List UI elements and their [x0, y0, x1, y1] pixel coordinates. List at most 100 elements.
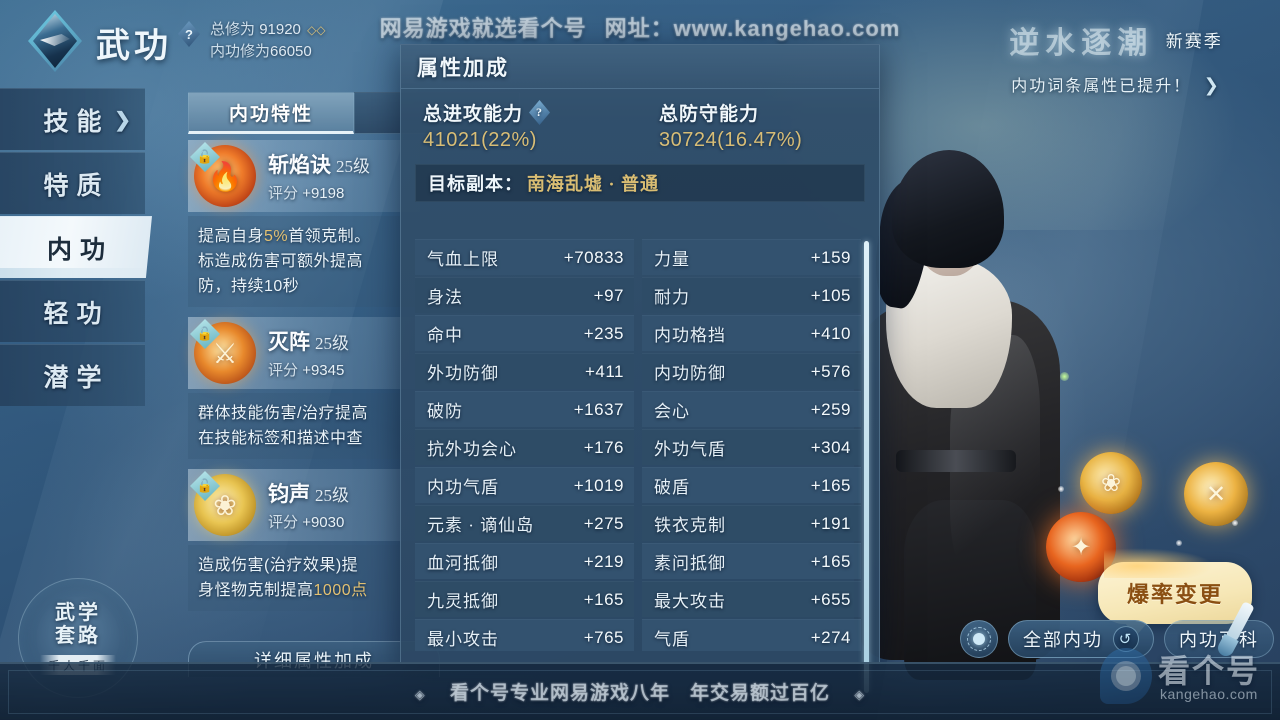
stat-value: +70833	[563, 247, 624, 267]
watermark-bottom: ◈ 看个号专业网易游戏八年 年交易额过百亿 ◈	[0, 678, 1280, 705]
stat-column-right: 力量 +159 耐力 +105 内功格挡 +410 内功防御 +576 会心 +259 外功气盾 +3…	[642, 239, 861, 651]
season-banner[interactable]: 逆水逐潮 新赛季 内功词条属性已提升！ ❯	[966, 18, 1266, 110]
treasure-orb-icon: ❀	[1080, 452, 1142, 514]
stat-value: +576	[810, 361, 851, 381]
orb-symbol: ❀	[1100, 469, 1122, 497]
list-item[interactable]: 🔓 🔥 斩焰诀 25级 评分 +9198 提高自身5%首领克制。 标造成伤害可额外…	[188, 140, 420, 307]
skill-description: 造成伤害(治疗效果)提 身怪物克制提高1000点	[188, 545, 420, 611]
game-screen: ❀ ✦ ✕ 爆率变更 武功 ? 总修为 91920 ◇◇ 内功修为66050 网…	[0, 0, 1280, 720]
sidebar-item-traits[interactable]: 特质	[0, 152, 145, 214]
inner-cultivation-row: 内功修为66050	[210, 40, 312, 61]
sidebar-item-latent-learning[interactable]: 潜学	[0, 344, 145, 406]
page-title: 武功	[96, 28, 172, 65]
stat-value: +655	[810, 589, 851, 609]
skill-list: 🔓 🔥 斩焰诀 25级 评分 +9198 提高自身5%首领克制。 标造成伤害可额外…	[188, 140, 420, 621]
stat-grid: 气血上限 +70833 身法 +97 命中 +235 外功防御 +411 破防 +1637 抗外功会…	[415, 239, 861, 651]
watermark-url: kangehao.com	[1160, 686, 1258, 702]
stat-row: 抗外功会心 +176	[415, 429, 634, 465]
stat-row: 身法 +97	[415, 277, 634, 313]
skill-desc-line: 群体技能伤害/治疗提高	[198, 405, 368, 422]
stat-column-left: 气血上限 +70833 身法 +97 命中 +235 外功防御 +411 破防 +1637 抗外功会…	[415, 239, 634, 651]
target-dungeon-value: 南海乱墟 · 普通	[527, 174, 660, 194]
total-attack-label-row: 总进攻能力 ?	[423, 99, 643, 126]
skill-header[interactable]: 🔓 ❀ 钧声 25级 评分 +9030	[188, 469, 420, 541]
stat-row: 内功气盾 +1019	[415, 467, 634, 503]
season-note[interactable]: 内功词条属性已提升！ ❯	[966, 72, 1266, 96]
skill-name-text: 灭阵	[268, 330, 310, 354]
sidebar-item-lightness[interactable]: 轻功	[0, 280, 145, 342]
help-icon[interactable]: ?	[529, 100, 551, 125]
target-dot-icon[interactable]	[960, 620, 998, 658]
skill-desc-highlight: 1000点	[313, 582, 368, 599]
help-icon[interactable]: ?	[178, 21, 200, 47]
stat-value: +275	[583, 513, 624, 533]
season-note-text: 内功词条属性已提升！	[1011, 78, 1192, 95]
target-dungeon-selector[interactable]: 目标副本： 南海乱墟 · 普通	[415, 164, 865, 202]
skill-name: 钧声 25级	[268, 478, 349, 508]
list-item[interactable]: 🔓 ⚔ 灭阵 25级 评分 +9345 群体技能伤害/治疗提高 在技能标签和描述中…	[188, 317, 420, 459]
martial-arts-badge-line1: 武学	[55, 601, 101, 624]
stat-row: 外功气盾 +304	[642, 429, 861, 465]
unlock-glyph: 🔓	[196, 149, 214, 164]
character-hair	[892, 150, 1004, 268]
bubble-decoration	[1104, 548, 1214, 578]
skill-header[interactable]: 🔓 ⚔ 灭阵 25级 评分 +9345	[188, 317, 420, 389]
skill-desc-text: 提高自身	[198, 228, 265, 245]
stat-list: 气血上限 +70833 身法 +97 命中 +235 外功防御 +411 破防 +1637 抗外功会…	[415, 239, 861, 651]
skill-desc-line: 防，持续10秒	[198, 278, 300, 295]
skill-meta: 钧声 25级 评分 +9030	[268, 478, 349, 532]
skill-desc-line: 在技能标签和描述中查	[198, 430, 364, 447]
total-defense-label: 总防守能力	[659, 104, 760, 125]
skill-score-value: +9030	[302, 514, 345, 531]
inner-cultivation-label: 内功修为	[210, 43, 271, 60]
panel-scrollbar-thumb[interactable]	[864, 241, 869, 693]
stat-value: +411	[584, 361, 624, 381]
stat-name: 气盾	[654, 630, 690, 649]
stat-row: 最大攻击 +655	[642, 581, 861, 617]
stat-value: +235	[583, 323, 624, 343]
skill-level: 25级	[336, 157, 370, 176]
tab-inner-power-traits[interactable]: 内功特性	[188, 92, 354, 134]
stat-value: +159	[810, 247, 851, 267]
chevron-right-icon: ❯	[1203, 75, 1221, 95]
stat-name: 力量	[654, 250, 690, 269]
stat-value: +105	[810, 285, 851, 305]
target-dungeon-label: 目标副本：	[428, 174, 523, 194]
sidebar-item-skills[interactable]: 技能 ❯	[0, 88, 145, 150]
stat-name: 内功格挡	[654, 326, 726, 345]
skill-desc-line: 标造成伤害可额外提高	[198, 253, 364, 270]
skill-desc-text: 首领克制。	[288, 228, 371, 245]
total-cultivation-label: 总修为	[210, 21, 256, 38]
stat-name: 破盾	[654, 478, 690, 497]
skill-score-label: 评分	[268, 185, 299, 202]
character-scarf	[886, 258, 1012, 408]
diamond-emblem-icon	[24, 10, 86, 72]
panel-scrollbar[interactable]	[864, 241, 869, 693]
sidebar-item-inner-power[interactable]: 内功	[0, 216, 152, 278]
stat-value: +219	[583, 551, 624, 571]
watermark-top: 网易游戏就选看个号 网址：www.kangehao.com	[350, 12, 930, 42]
watermark-top-text-2: 网址：www.kangehao.com	[604, 16, 901, 41]
stat-row: 破盾 +165	[642, 467, 861, 503]
unlock-glyph: 🔓	[196, 478, 214, 493]
skill-score-value: +9345	[302, 362, 345, 379]
skill-level: 25级	[315, 334, 349, 353]
skill-desc-highlight: 5%	[264, 228, 289, 245]
stat-value: +165	[583, 589, 624, 609]
stat-value: +176	[583, 437, 624, 457]
list-item[interactable]: 🔓 ❀ 钧声 25级 评分 +9030 造成伤害(治疗效果)提 身怪物克制提高10…	[188, 469, 420, 611]
skill-header[interactable]: 🔓 🔥 斩焰诀 25级 评分 +9198	[188, 140, 420, 212]
sidebar-item-label: 特质	[43, 172, 110, 200]
stat-name: 命中	[427, 326, 463, 345]
stat-name: 内功气盾	[427, 478, 499, 497]
skill-score: 评分 +9198	[268, 182, 370, 203]
skill-description: 群体技能伤害/治疗提高 在技能标签和描述中查	[188, 393, 420, 459]
sparkle-icon	[1176, 540, 1182, 546]
sparkle-icon	[1060, 372, 1069, 381]
stat-value: +259	[810, 399, 851, 419]
skill-name-text: 钧声	[268, 482, 310, 506]
sidebar-item-label: 轻功	[43, 300, 110, 328]
total-attack-block: 总进攻能力 ? 41021(22%)	[401, 99, 643, 152]
cultivation-arrows-icon: ◇◇	[307, 23, 326, 37]
skill-score: 评分 +9030	[268, 511, 349, 532]
